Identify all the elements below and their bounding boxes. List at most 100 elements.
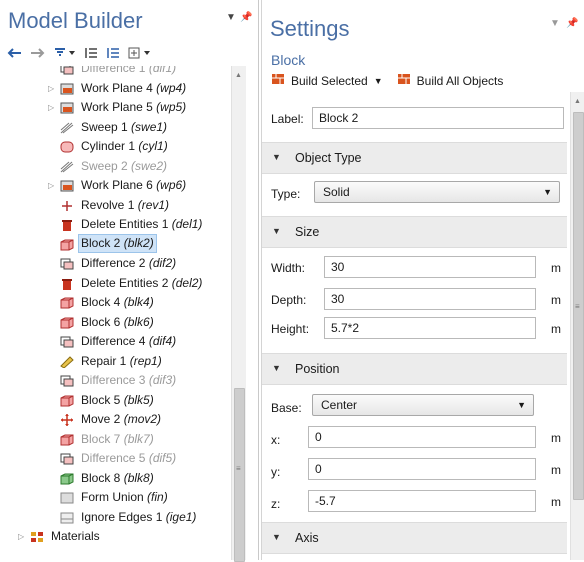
- scroll-up-icon[interactable]: ▲: [574, 98, 581, 105]
- tree-item-label: Difference 4 (dif4): [81, 334, 177, 348]
- section-position[interactable]: ▼ Position: [262, 353, 567, 385]
- tree-item-label: Difference 2 (dif2): [81, 256, 177, 270]
- pin-icon[interactable]: 📌: [566, 18, 578, 29]
- x-caption: x:: [271, 433, 281, 447]
- back-arrow-icon[interactable]: [6, 47, 22, 62]
- settings-title: Settings: [270, 16, 350, 41]
- tree-scrollbar[interactable]: ▲ ≡: [231, 66, 246, 562]
- settings-scrollbar-thumb[interactable]: ≡: [573, 112, 584, 500]
- height-unit: m: [551, 322, 561, 336]
- repair-icon: [60, 355, 74, 369]
- model-builder-pane: Model Builder ▼ 📌 Difference 1 (dif1) ▷ Wo…: [0, 0, 259, 562]
- y-field[interactable]: 0: [308, 458, 536, 480]
- width-field[interactable]: 30: [324, 256, 536, 278]
- difference-icon: [60, 452, 74, 465]
- model-builder-toolbar: [6, 44, 152, 64]
- build-selected-icon[interactable]: [271, 73, 285, 88]
- tree-item-label: Block 2 (blk2): [78, 233, 157, 253]
- section-object-type[interactable]: ▼ Object Type: [262, 142, 567, 174]
- move-icon: [60, 413, 74, 426]
- chevron-down-icon: ▼: [543, 187, 552, 197]
- work-plane-icon: [60, 101, 74, 114]
- label-field[interactable]: Block 2: [312, 107, 564, 129]
- difference-icon: [60, 335, 74, 348]
- tree-item-label: Difference 5 (dif5): [81, 451, 177, 465]
- depth-field[interactable]: 30: [324, 288, 536, 310]
- tree-item-label: Block 4 (blk4): [81, 295, 154, 309]
- delete-icon: [60, 277, 74, 290]
- y-unit: m: [551, 463, 561, 477]
- ignore-edges-icon: [60, 511, 74, 523]
- tree-item-label: Delete Entities 1 (del1): [81, 217, 203, 231]
- tree-options-icon[interactable]: [128, 47, 152, 62]
- tree-item-label: Delete Entities 2 (del2): [81, 275, 203, 290]
- build-selected-button[interactable]: Build Selected: [291, 74, 368, 88]
- y-caption: y:: [271, 465, 281, 479]
- grip-icon: ≡: [236, 464, 241, 473]
- settings-pane: Settings ▼ 📌 Block Build Selected ▼ Buil…: [261, 0, 584, 560]
- work-plane-icon: [60, 82, 74, 94]
- height-field[interactable]: 5.7*2: [324, 317, 536, 339]
- form-union-icon: [60, 491, 74, 504]
- tree-item-label: Work Plane 6 (wp6): [81, 178, 187, 192]
- tree-item-label: Move 2 (mov2): [81, 412, 162, 426]
- chevron-down-icon: ▼: [272, 532, 281, 542]
- chevron-down-icon: ▼: [272, 226, 281, 236]
- cylinder-icon: [60, 140, 74, 153]
- pin-icon[interactable]: 📌: [240, 12, 252, 23]
- delete-icon: [60, 218, 74, 231]
- width-unit: m: [551, 261, 561, 275]
- z-caption: z:: [271, 497, 281, 511]
- expand-triangle-icon[interactable]: ▷: [18, 527, 28, 546]
- section-title: Axis: [295, 531, 319, 545]
- tree-item-label: Cylinder 1 (cyl1): [81, 139, 168, 153]
- forward-arrow-icon[interactable]: [30, 47, 46, 62]
- tree-item-label: Work Plane 4 (wp4): [81, 80, 187, 95]
- chevron-down-icon[interactable]: ▼: [550, 18, 560, 29]
- settings-scrollbar[interactable]: ▲ ≡: [570, 92, 584, 560]
- tree-item-label: Revolve 1 (rev1): [81, 197, 170, 212]
- chevron-down-icon[interactable]: ▼: [374, 76, 383, 86]
- section-axis[interactable]: ▼ Axis: [262, 522, 567, 554]
- tree-item-label: Sweep 1 (swe1): [81, 119, 168, 134]
- height-caption: Height:: [271, 322, 310, 336]
- type-caption: Type:: [271, 187, 301, 201]
- grip-icon: ≡: [575, 302, 580, 311]
- base-select[interactable]: Center ▼: [312, 394, 534, 416]
- expand-triangle-icon[interactable]: ▷: [48, 176, 58, 195]
- expand-triangle-icon[interactable]: ▷: [48, 98, 58, 117]
- expand-all-icon[interactable]: [106, 47, 120, 62]
- tree-item-label: Ignore Edges 1 (ige1): [81, 509, 197, 524]
- expand-triangle-icon[interactable]: ▷: [48, 79, 58, 98]
- section-title: Position: [295, 362, 340, 376]
- chevron-down-icon: ▼: [517, 400, 526, 410]
- tree-item-label: Block 6 (blk6): [81, 314, 154, 329]
- type-select[interactable]: Solid ▼: [314, 181, 560, 203]
- section-size[interactable]: ▼ Size: [262, 216, 567, 248]
- z-field[interactable]: -5.7: [308, 490, 536, 512]
- scroll-up-icon[interactable]: ▲: [235, 72, 242, 79]
- build-toolbar: Build Selected ▼ Build All Objects: [271, 73, 503, 88]
- chevron-down-icon[interactable]: ▼: [226, 12, 236, 23]
- sweep-icon: [60, 160, 74, 172]
- x-field[interactable]: 0: [308, 426, 536, 448]
- tree-item-label: Sweep 2 (swe2): [81, 158, 168, 173]
- tree-item-label: Materials: [51, 529, 100, 543]
- show-options-icon[interactable]: [54, 47, 76, 62]
- work-plane-icon: [60, 179, 74, 192]
- base-select-value: Center: [321, 398, 358, 412]
- tree-item-label: Block 7 (blk7): [81, 431, 154, 446]
- difference-icon: [60, 257, 74, 270]
- model-builder-title: Model Builder: [8, 8, 143, 33]
- model-tree: Difference 1 (dif1) ▷ Work Plane 4 (wp4) ▷ W…: [0, 66, 230, 560]
- tree-item-label: Difference 1 (dif1): [81, 66, 177, 75]
- collapse-all-icon[interactable]: [84, 47, 98, 62]
- build-all-icon[interactable]: [397, 73, 411, 88]
- depth-caption: Depth:: [271, 293, 307, 307]
- block-icon: [60, 238, 74, 250]
- block-icon: [60, 433, 74, 445]
- revolve-icon: [60, 199, 74, 211]
- tree-scrollbar-thumb[interactable]: ≡: [234, 388, 245, 562]
- block-icon: [60, 316, 74, 328]
- build-all-objects-button[interactable]: Build All Objects: [417, 74, 504, 88]
